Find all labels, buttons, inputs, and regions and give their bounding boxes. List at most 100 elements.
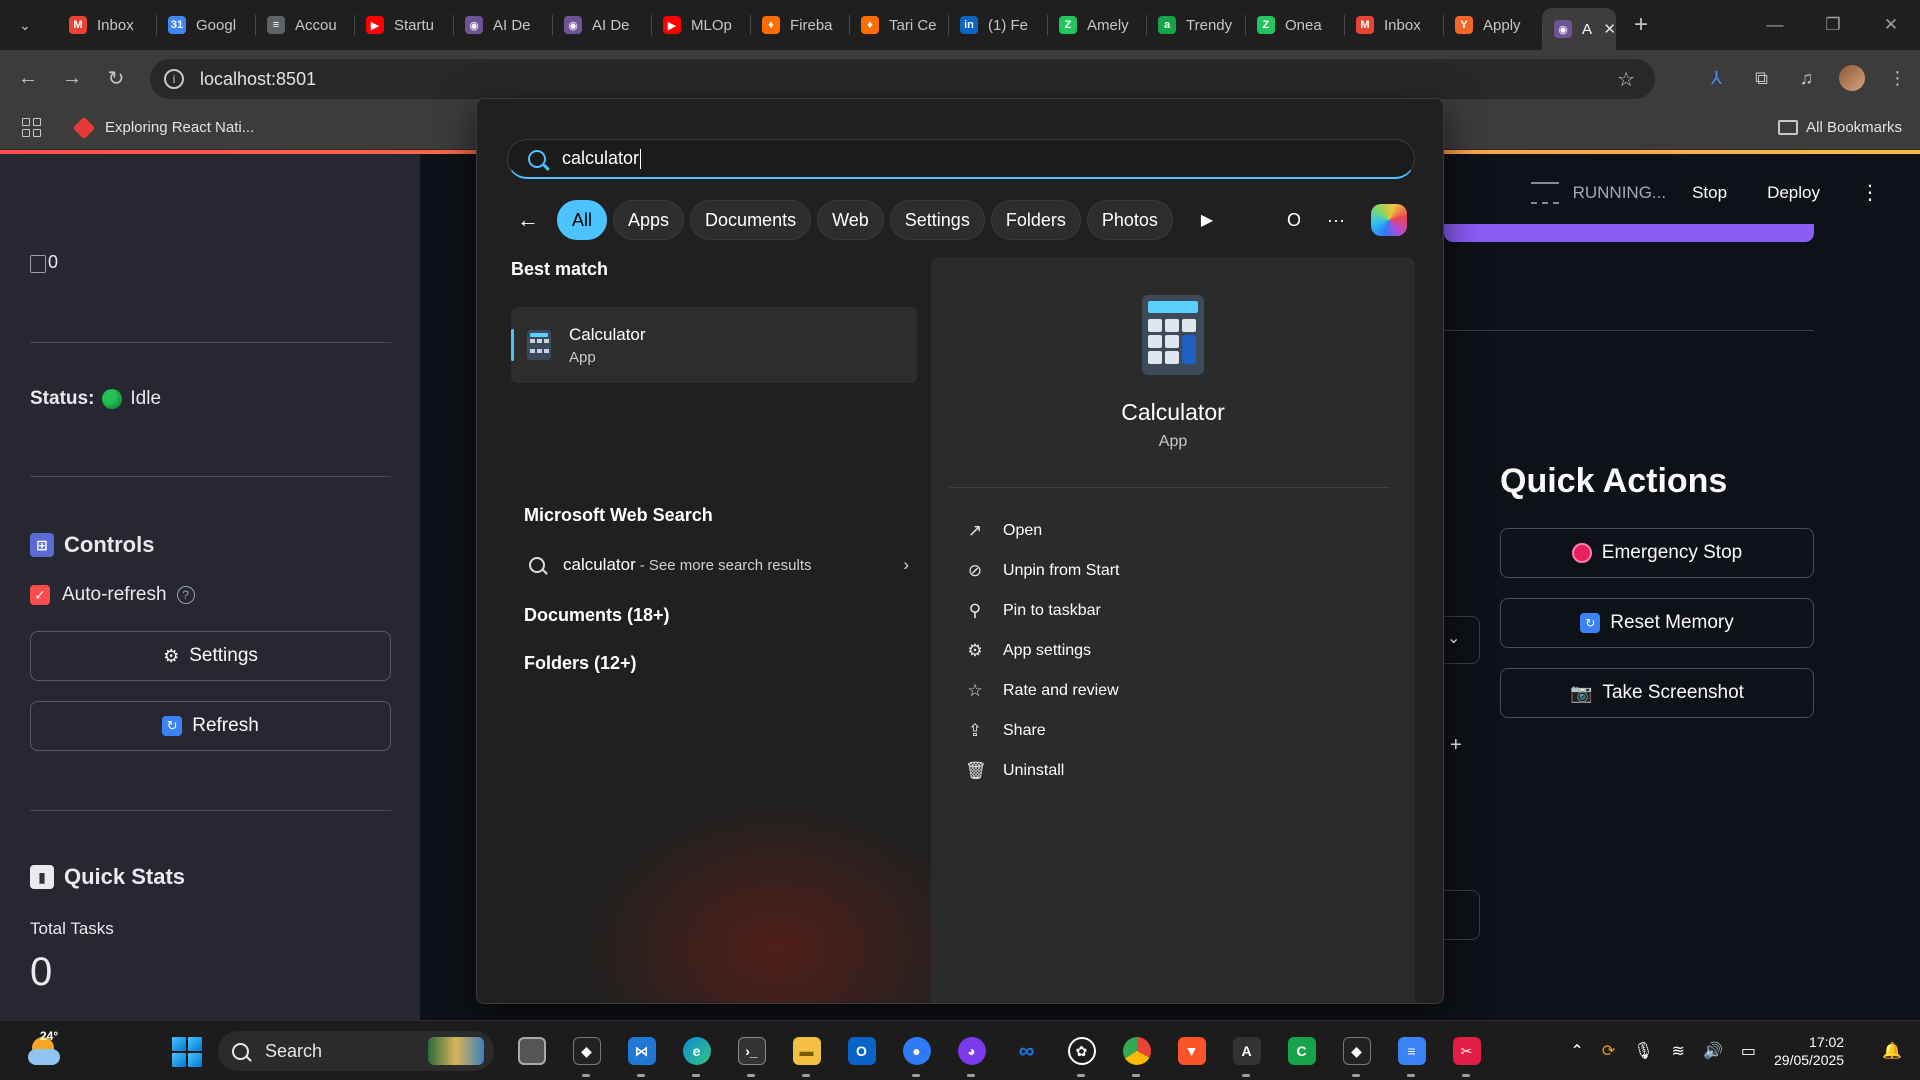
action-pin-to-taskbar[interactable]: ⚲ Pin to taskbar <box>965 591 1119 631</box>
app-green-icon[interactable]: C <box>1274 1029 1329 1073</box>
address-bar[interactable]: i localhost:8501 ☆ <box>150 59 1655 99</box>
action-share[interactable]: ⇪ Share <box>965 711 1119 751</box>
vscode-icon[interactable]: ⋈ <box>614 1029 669 1077</box>
forward-arrow-icon[interactable]: → <box>54 60 90 96</box>
clock[interactable]: 17:02 29/05/2025 <box>1774 1033 1862 1069</box>
windows-start-icon[interactable] <box>172 1037 202 1067</box>
reload-icon[interactable]: ↻ <box>98 60 134 96</box>
extensions-puzzle-icon[interactable]: ⧉ <box>1739 68 1784 89</box>
tab-active[interactable]: ◉ A ✕ <box>1542 8 1616 50</box>
chatgpt-icon[interactable]: ✿ <box>1054 1029 1109 1077</box>
action-uninstall[interactable]: 🗑 Uninstall <box>965 751 1119 791</box>
tab-search-chevron-icon[interactable]: ⌄ <box>9 9 41 41</box>
tab-5[interactable]: ◉ AI De <box>552 0 651 50</box>
deploy-button[interactable]: Deploy <box>1767 183 1820 203</box>
filter-chip-folders[interactable]: Folders <box>990 200 1081 240</box>
command-prompt-icon[interactable]: ›_ <box>724 1029 779 1077</box>
wifi-icon[interactable]: ≋ <box>1672 1041 1685 1061</box>
volume-icon[interactable]: 🔊 <box>1703 1041 1723 1061</box>
file-explorer-icon[interactable]: ▬ <box>779 1029 834 1077</box>
taskbar-search[interactable]: Search <box>218 1031 494 1071</box>
media-controls-icon[interactable]: ♫ <box>1784 68 1829 89</box>
close-tab-icon[interactable]: ✕ <box>1603 20 1616 38</box>
back-arrow-icon[interactable]: ← <box>517 207 539 233</box>
snipping-tool-icon[interactable]: ✂ <box>1439 1029 1494 1077</box>
app-blue-circle-icon[interactable]: ● <box>889 1029 944 1077</box>
tab-13[interactable]: M Inbox <box>1344 0 1443 50</box>
filter-chip-photos[interactable]: Photos <box>1086 200 1173 240</box>
show-hidden-icons-chevron-icon[interactable]: ⌃ <box>1570 1041 1583 1061</box>
task-view-icon[interactable] <box>504 1029 559 1073</box>
tab-3[interactable]: ▶ Startu <box>354 0 453 50</box>
refresh-button[interactable]: ↻ Refresh <box>30 701 391 751</box>
stop-button[interactable]: Stop <box>1692 183 1727 203</box>
new-tab-plus-icon[interactable]: + <box>1634 11 1648 39</box>
close-window-icon[interactable]: ✕ <box>1862 0 1920 50</box>
chevron-down-icon[interactable]: ⌄ <box>1447 628 1460 648</box>
main-menu-kebab-icon[interactable]: ⋮ <box>1860 180 1880 205</box>
tab-14[interactable]: Y Apply <box>1443 0 1542 50</box>
more-filters-play-icon[interactable]: ▶ <box>1201 210 1213 230</box>
site-info-icon[interactable]: i <box>164 69 184 89</box>
tab-8[interactable]: ♦ Tari Ce <box>849 0 948 50</box>
checkbox-checked-icon[interactable]: ✓ <box>30 585 50 605</box>
copilot-icon[interactable] <box>1371 204 1407 236</box>
help-question-icon[interactable]: ? <box>176 586 195 604</box>
microphone-icon[interactable]: 🎙 <box>1633 1041 1653 1061</box>
emergency-stop-button[interactable]: Emergency Stop <box>1500 528 1814 578</box>
filter-chip-apps[interactable]: Apps <box>613 200 685 240</box>
all-bookmarks-button[interactable]: All Bookmarks <box>1778 119 1902 136</box>
profile-avatar[interactable] <box>1839 65 1865 91</box>
filter-chip-web[interactable]: Web <box>817 200 884 240</box>
more-options-ellipsis-icon[interactable]: ··· <box>1327 210 1345 231</box>
filter-chip-settings[interactable]: Settings <box>889 200 985 240</box>
notepad-icon[interactable]: ≡ <box>1384 1029 1439 1077</box>
action-rate-and-review[interactable]: ☆ Rate and review <box>965 671 1119 711</box>
web-search-result[interactable]: calculator - See more search results › <box>529 555 909 575</box>
filter-chip-all[interactable]: All <box>557 200 608 240</box>
minimize-icon[interactable]: — <box>1746 0 1804 50</box>
auto-refresh-checkbox[interactable]: ✓ Auto-refresh ? <box>30 584 195 606</box>
acrobat-icon[interactable]: A <box>1219 1029 1274 1077</box>
tab-1[interactable]: 31 Googl <box>156 0 255 50</box>
edge-icon[interactable]: e <box>669 1029 724 1077</box>
bookmark-item[interactable]: Exploring React Nati... <box>72 116 254 139</box>
take-screenshot-button[interactable]: 📷 Take Screenshot <box>1500 668 1814 718</box>
chrome-menu-kebab-icon[interactable]: ⋮ <box>1875 68 1920 89</box>
action-app-settings[interactable]: ⚙ App settings <box>965 631 1119 671</box>
folders-group[interactable]: Folders (12+) <box>524 653 637 674</box>
restore-icon[interactable]: ❐ <box>1804 0 1862 50</box>
filter-chip-documents[interactable]: Documents <box>690 200 812 240</box>
translate-extension-icon[interactable]: ⅄ <box>1694 68 1739 89</box>
account-letter[interactable]: O <box>1287 210 1301 231</box>
back-arrow-icon[interactable]: ← <box>10 60 46 96</box>
action-unpin-from-start[interactable]: ⊘ Unpin from Start <box>965 551 1120 591</box>
terminal-app-icon[interactable]: ◆ <box>559 1029 614 1077</box>
tab-7[interactable]: ♦ Fireba <box>750 0 849 50</box>
github-icon[interactable]: ◕ <box>944 1029 999 1077</box>
apps-grid-icon[interactable] <box>22 117 42 138</box>
tab-4[interactable]: ◉ AI De <box>453 0 552 50</box>
sync-icon[interactable]: ⟳ <box>1602 1041 1615 1061</box>
reset-memory-button[interactable]: ↻ Reset Memory <box>1500 598 1814 648</box>
tab-6[interactable]: ▶ MLOp <box>651 0 750 50</box>
tab-9[interactable]: in (1) Fe <box>948 0 1047 50</box>
tab-2[interactable]: ≡ Accou <box>255 0 354 50</box>
outlook-icon[interactable]: O <box>834 1029 889 1073</box>
documents-group[interactable]: Documents (18+) <box>524 605 670 626</box>
tab-11[interactable]: a Trendy <box>1146 0 1245 50</box>
chrome-icon[interactable] <box>1109 1029 1164 1077</box>
plus-icon[interactable]: + <box>1450 734 1462 757</box>
bookmark-star-icon[interactable]: ☆ <box>1617 67 1635 92</box>
action-open[interactable]: ↗ Open <box>965 511 1119 551</box>
tab-0[interactable]: M Inbox <box>57 0 156 50</box>
brave-icon[interactable]: ▼ <box>1164 1029 1219 1073</box>
terminal-app-icon-2[interactable]: ◆ <box>1329 1029 1384 1077</box>
tab-10[interactable]: Z Amely <box>1047 0 1146 50</box>
meta-icon[interactable]: ∞ <box>999 1029 1054 1073</box>
notifications-bell-icon[interactable]: 🔔 <box>1882 1041 1902 1061</box>
weather-widget[interactable]: 24° <box>26 1029 66 1071</box>
tab-12[interactable]: Z Onea <box>1245 0 1344 50</box>
best-match-result[interactable]: Calculator App <box>511 307 917 383</box>
search-input[interactable]: calculator <box>507 139 1415 179</box>
